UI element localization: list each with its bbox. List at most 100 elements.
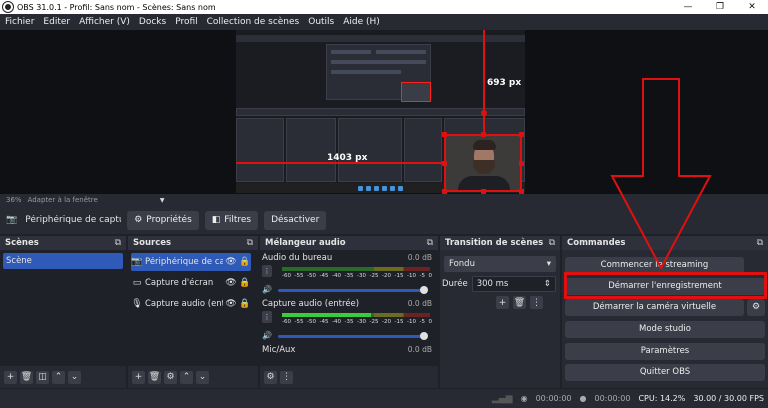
filters-label: Filtres [224,215,252,225]
person-hair [473,140,496,150]
window-titlebar: OBS 31.0.1 - Profil: Sans nom - Scènes: … [0,0,768,14]
filter-icon: ◧ [211,215,221,225]
volume-slider[interactable] [278,286,428,294]
lock-icon[interactable]: 🔒 [239,278,251,288]
scale-tick: -60 [282,273,291,279]
spin-icon[interactable]: ⇕ [544,279,551,289]
camera-icon: 📷 [6,215,18,225]
lock-icon[interactable]: 🔒 [239,299,251,309]
menu-profile[interactable]: Profil [175,17,197,27]
deactivate-button[interactable]: Désactiver [264,210,327,230]
gear-icon[interactable]: ⚙ [747,299,765,316]
height-label: 693 px [487,78,522,88]
arrow-up-icon[interactable]: ⌃ [52,370,65,384]
menu-edit[interactable]: Editer [43,17,70,27]
trash-icon[interactable]: 🗑 [148,370,161,384]
mixer-footer: ⚙ ⋮ [260,366,438,388]
menu-view[interactable]: Afficher (V) [79,17,130,27]
list-item[interactable]: Scène [3,253,123,269]
microphone-icon: 🎙 [131,299,143,309]
transition-type: Fondu [449,259,475,269]
gear-icon: ⚙ [134,215,143,225]
plus-icon[interactable]: + [496,296,509,309]
nested-mixer [338,118,402,182]
plus-icon[interactable]: + [132,370,145,384]
list-item[interactable]: 🎙 Capture audio (entré 👁 🔒 [131,295,251,313]
slider-knob[interactable] [420,286,428,294]
resize-handle[interactable] [519,132,524,137]
resize-handle[interactable] [481,132,486,137]
scale-tick: -35 [344,319,354,325]
undock-icon[interactable]: ⧉ [115,238,121,248]
exit-button[interactable]: Quitter OBS [565,364,765,381]
eye-icon[interactable]: 👁 [225,299,237,309]
scale-tick: -15 [394,319,404,325]
list-item[interactable]: 📷 Périphérique de capt 👁 🔒 [131,253,251,271]
dock-header: Mélangeur audio ⧉ [260,236,438,250]
gear-icon[interactable]: ⚙ [264,370,277,384]
resize-handle[interactable] [519,161,524,166]
settings-button[interactable]: Paramètres [565,343,765,360]
gear-icon[interactable]: ⚙ [164,370,177,384]
menu-tools[interactable]: Outils [308,17,334,27]
minimize-button[interactable]: — [672,0,704,14]
transition-buttons: + 🗑 ⋮ [496,296,543,309]
properties-button[interactable]: ⚙ Propriétés [127,210,199,230]
transition-select[interactable]: Fondu ▾ [444,256,556,272]
menu-help[interactable]: Aide (H) [343,17,380,27]
filter-icon[interactable]: ◫ [36,370,49,384]
lock-icon[interactable]: 🔒 [239,257,251,267]
more-icon[interactable]: ⋮ [262,311,272,323]
slider-knob[interactable] [420,332,428,340]
dock-header: Transition de scènes ⧉ [440,236,560,250]
more-icon[interactable]: ⋮ [530,296,543,309]
meter-fill [282,313,371,317]
eye-icon[interactable]: 👁 [225,278,237,288]
plus-icon[interactable]: + [4,370,17,384]
volume-slider[interactable] [278,332,428,340]
mixer-channel: Mic/Aux 0.0 dB [262,345,432,356]
duration-input[interactable]: 300 ms ⇕ [471,276,556,292]
scale-tick: -35 [344,273,354,279]
webcam-source[interactable] [444,134,522,192]
taskbar-icon [398,185,403,191]
speaker-icon[interactable]: 🔊 [262,331,272,340]
zoom-mode[interactable]: Adapter à la fenêtre [28,196,98,204]
more-icon[interactable]: ⋮ [280,370,293,384]
trash-icon[interactable]: 🗑 [20,370,33,384]
nested-sources [286,118,336,182]
arrow-down-icon[interactable]: ⌄ [196,370,209,384]
undock-icon[interactable]: ⧉ [247,238,253,248]
scale-tick: -5 [419,273,425,279]
nested-menu-bar [236,35,525,42]
resize-handle[interactable] [442,132,447,137]
undock-icon[interactable]: ⧉ [549,238,555,248]
undock-icon[interactable]: ⧉ [757,238,763,248]
chevron-down-icon[interactable]: ▼ [160,197,165,204]
channel-db: 0.0 dB [407,345,432,354]
record-time: 00:00:00 [594,394,631,403]
resize-handle[interactable] [442,161,447,166]
studio-mode-button[interactable]: Mode studio [565,321,765,338]
menu-scene-collection[interactable]: Collection de scènes [207,17,300,27]
more-icon[interactable]: ⋮ [262,265,272,277]
arrow-down-icon[interactable]: ⌄ [68,370,81,384]
chevron-down-icon: ▾ [546,259,551,269]
maximize-button[interactable]: ❐ [704,0,736,14]
list-item[interactable]: ▭ Capture d'écran 👁 🔒 [131,274,251,292]
mixer-channel: Audio du bureau 0.0 dB ⋮ -60 -55 -50 -45 -40-… [262,253,432,294]
menu-docks[interactable]: Docks [139,17,166,27]
scale-tick: -55 [294,273,304,279]
filters-button[interactable]: ◧ Filtres [204,210,259,230]
start-virtual-camera-button[interactable]: Démarrer la caméra virtuelle [565,299,744,316]
zoom-bar: 36% Adapter à la fenêtre ▼ [0,194,768,206]
close-button[interactable]: ✕ [736,0,768,14]
eye-icon[interactable]: 👁 [225,257,237,267]
arrow-up-icon[interactable]: ⌃ [180,370,193,384]
undock-icon[interactable]: ⧉ [427,238,433,248]
menu-file[interactable]: Fichier [5,17,34,27]
trash-icon[interactable]: 🗑 [513,296,526,309]
taskbar-icon [358,185,363,191]
mixer-channel: Capture audio (entrée) 0.0 dB ⋮ -60 -55 -50… [262,299,432,340]
speaker-icon[interactable]: 🔊 [262,285,272,294]
